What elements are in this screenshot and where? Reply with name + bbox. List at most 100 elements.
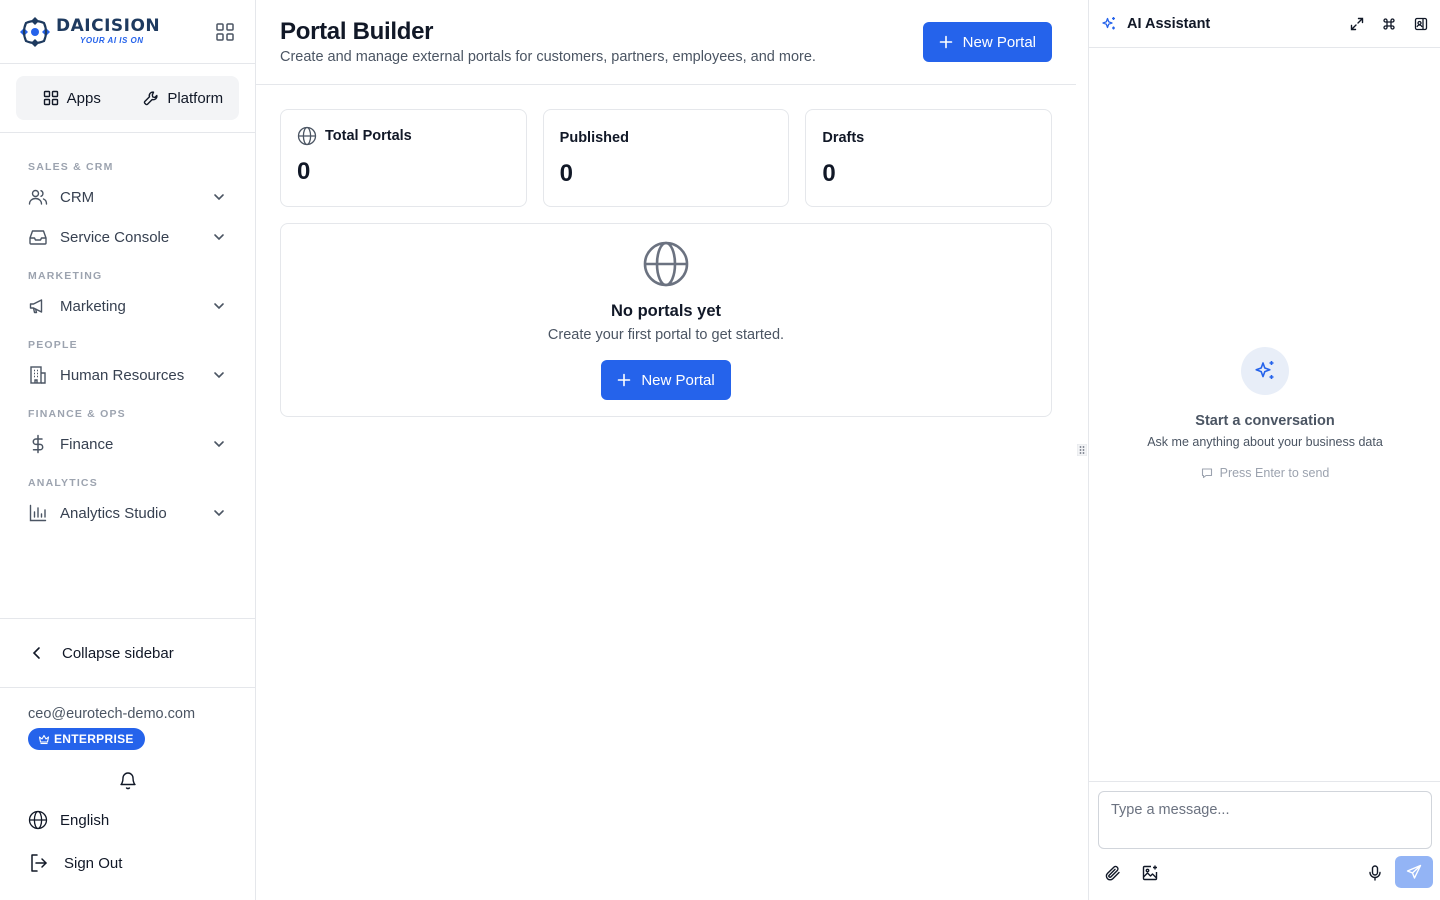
nav-item-label: Marketing	[60, 297, 126, 315]
ai-composer	[1089, 781, 1440, 900]
globe-icon	[643, 241, 689, 287]
ai-message-input[interactable]	[1098, 791, 1432, 849]
ai-empty-state: Start a conversation Ask me anything abo…	[1089, 347, 1440, 484]
ai-avatar	[1241, 347, 1289, 395]
collapse-sidebar-button[interactable]: Collapse sidebar	[0, 618, 255, 688]
empty-state-subtitle: Create your first portal to get started.	[547, 327, 785, 343]
nav-section-title: PEOPLE	[28, 339, 78, 351]
brand-logo[interactable]: DAICISION YOUR AI IS ON	[18, 15, 160, 49]
nav-section-title: ANALYTICS	[28, 477, 98, 489]
language-label: English	[60, 811, 110, 829]
stat-label: Published	[559, 130, 629, 146]
plus-icon	[939, 35, 952, 49]
nav-item-crm[interactable]: CRM	[0, 177, 255, 217]
stat-value: 0	[822, 160, 836, 187]
user-email: ceo@eurotech-demo.com	[28, 706, 196, 722]
app-grid-icon[interactable]	[215, 22, 235, 42]
nav-item-label: Analytics Studio	[60, 504, 167, 522]
stat-card-drafts: Drafts 0	[805, 109, 1053, 207]
ai-empty-subtitle: Ask me anything about your business data	[1147, 435, 1383, 449]
plus-icon	[618, 373, 631, 387]
brand-tagline: YOUR AI IS ON	[80, 36, 144, 45]
chevron-down-icon	[214, 303, 224, 310]
panel-toggle-icon[interactable]	[1414, 17, 1428, 31]
new-portal-label: New Portal	[641, 371, 715, 389]
bar-chart-icon	[29, 504, 47, 522]
sidebar-nav: SALES & CRM CRM Service Console MARKETIN…	[0, 133, 255, 533]
nav-item-label: Finance	[60, 435, 114, 453]
chevron-down-icon	[214, 510, 224, 517]
stat-card-published: Published 0	[542, 109, 790, 207]
crown-icon	[38, 734, 50, 745]
send-button[interactable]	[1395, 856, 1433, 888]
collapse-sidebar-label: Collapse sidebar	[62, 644, 174, 662]
main-content: Portal Builder Create and manage externa…	[256, 0, 1076, 900]
platform-tab[interactable]: Platform	[128, 76, 240, 120]
ai-send-hint-label: Press Enter to send	[1219, 466, 1330, 480]
brand-name: DAICISION	[56, 16, 161, 36]
nav-item-label: Service Console	[60, 228, 170, 246]
new-portal-button[interactable]: New Portal	[922, 22, 1052, 62]
ai-panel-header: AI Assistant	[1089, 0, 1440, 48]
nav-item-label: CRM	[60, 188, 95, 206]
platform-tab-label: Platform	[167, 89, 224, 107]
sparkles-icon	[1102, 16, 1115, 29]
stat-card-total-portals: Total Portals 0	[280, 109, 527, 207]
ai-send-hint: Press Enter to send	[1201, 466, 1330, 480]
sparkles-icon	[1255, 361, 1274, 379]
empty-state-title: No portals yet	[610, 302, 722, 320]
sidebar-header: DAICISION YOUR AI IS ON	[0, 0, 255, 64]
chevron-down-icon	[214, 194, 224, 201]
drag-handle-icon[interactable]	[1077, 444, 1087, 456]
nav-item-analytics-studio[interactable]: Analytics Studio	[0, 493, 255, 533]
nav-section-title: SALES & CRM	[28, 161, 114, 173]
chevron-down-icon	[214, 234, 224, 241]
chevron-down-icon	[214, 441, 224, 448]
inbox-icon	[29, 230, 47, 245]
building-icon	[30, 366, 46, 384]
language-selector[interactable]: English	[28, 810, 109, 830]
plan-badge-label: ENTERPRISE	[54, 732, 134, 746]
stats-row: Total Portals 0 Published 0 Drafts 0	[280, 109, 1053, 207]
image-upload-icon[interactable]	[1141, 864, 1159, 882]
brand-mark-icon	[20, 16, 50, 47]
apps-tab[interactable]: Apps	[16, 76, 128, 120]
nav-section-title: MARKETING	[28, 270, 103, 282]
nav-item-marketing[interactable]: Marketing	[0, 286, 255, 326]
chevron-left-icon	[32, 647, 40, 659]
log-out-icon	[31, 854, 47, 872]
microphone-icon[interactable]	[1366, 864, 1384, 882]
new-portal-empty-button[interactable]: New Portal	[601, 360, 731, 400]
nav-item-service-console[interactable]: Service Console	[0, 217, 255, 257]
stat-label: Total Portals	[325, 128, 412, 144]
ai-empty-title: Start a conversation	[1195, 413, 1335, 429]
bell-icon[interactable]	[118, 770, 138, 790]
apps-tab-label: Apps	[66, 89, 101, 107]
paperclip-icon[interactable]	[1104, 864, 1122, 882]
grid-icon	[43, 90, 58, 106]
globe-icon	[297, 126, 317, 146]
chevron-down-icon	[214, 372, 224, 379]
sign-out-label: Sign Out	[64, 854, 123, 872]
wrench-icon	[144, 91, 158, 106]
megaphone-icon	[29, 299, 43, 314]
send-icon	[1406, 864, 1422, 879]
ai-assistant-panel: AI Assistant Start a conversation Ask me…	[1088, 0, 1440, 900]
nav-item-human-resources[interactable]: Human Resources	[0, 355, 255, 395]
stat-label: Drafts	[822, 130, 865, 146]
empty-state: No portals yet Create your first portal …	[280, 223, 1052, 417]
expand-icon[interactable]	[1350, 17, 1364, 31]
workspace-switcher: Apps Platform	[0, 64, 255, 133]
stat-value: 0	[559, 160, 574, 187]
sign-out-button[interactable]: Sign Out	[28, 852, 122, 874]
new-portal-label: New Portal	[962, 33, 1036, 51]
nav-item-finance[interactable]: Finance	[0, 424, 255, 464]
stat-value: 0	[297, 158, 311, 185]
plan-badge: ENTERPRISE	[28, 728, 145, 750]
globe-icon	[28, 810, 48, 830]
ai-panel-title: AI Assistant	[1127, 15, 1211, 32]
message-icon	[1201, 468, 1212, 479]
dollar-icon	[32, 434, 44, 454]
command-icon[interactable]	[1382, 17, 1396, 31]
nav-item-label: Human Resources	[60, 366, 185, 384]
